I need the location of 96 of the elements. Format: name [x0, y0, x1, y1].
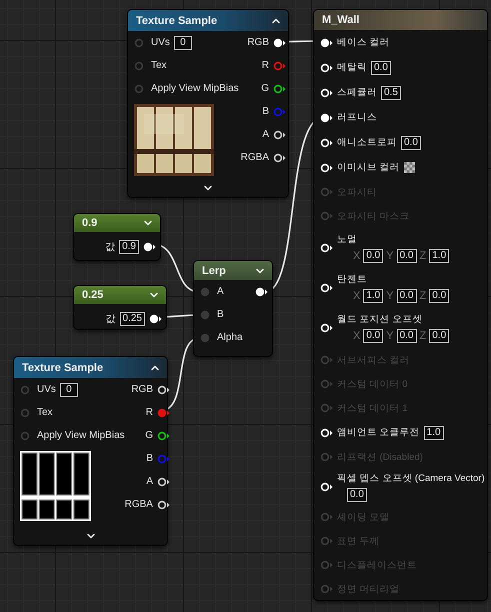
axis-label: X [353, 330, 360, 342]
pin-label: UVs [151, 37, 170, 48]
pin-label: G [145, 430, 153, 441]
pin-label: B [262, 106, 269, 117]
axis-label: Z [420, 330, 426, 342]
pin-label: B [217, 309, 224, 320]
pin-label: RGB [131, 384, 153, 395]
input-label: 탄젠트 [337, 273, 368, 286]
input-label: 픽셀 뎁스 오프셋 (Camera Vector) [337, 472, 485, 485]
pin-icon[interactable] [320, 243, 333, 253]
connected-pin-icon[interactable] [320, 112, 333, 122]
node-title: 0.25 [82, 289, 104, 301]
input-label: 월드 포지션 오프셋 [337, 313, 424, 326]
pin-icon[interactable] [156, 476, 170, 486]
pin-icon[interactable] [320, 283, 333, 293]
pin-icon[interactable] [320, 428, 333, 438]
axis-label: Z [420, 250, 426, 262]
pin-label: R [146, 407, 153, 418]
material-node[interactable] [313, 9, 488, 601]
value-field[interactable]: 0.0 [371, 60, 391, 74]
input-label: 베이스 컬러 [337, 36, 390, 49]
pin-icon[interactable] [320, 138, 333, 148]
value-field[interactable]: 1.0 [429, 249, 450, 263]
pin-label: A [262, 129, 269, 140]
value-field[interactable]: 0.5 [381, 86, 401, 100]
node-title: 0.9 [82, 217, 98, 229]
value-field[interactable]: 0.0 [347, 488, 367, 502]
pin-label: Apply View MipBias [151, 83, 239, 94]
value-field[interactable]: 0.0 [429, 289, 450, 303]
pin-label: G [261, 83, 269, 94]
input-label: 러프니스 [337, 111, 377, 124]
node-title: Texture Sample [136, 14, 218, 26]
pin-label: Tex [151, 60, 167, 71]
axis-label: X [353, 290, 360, 302]
axis-label: Y [386, 250, 394, 262]
value-label: 값 [105, 241, 116, 254]
input-label: 애니소트로피 [337, 136, 397, 149]
value-field[interactable]: 1.0 [424, 426, 444, 440]
input-label: 노멀 [337, 233, 358, 246]
pin-icon[interactable] [320, 88, 333, 98]
input-label: 스페큘러 [337, 86, 377, 99]
pin-label: A [146, 476, 153, 487]
node-title: M_Wall [322, 14, 360, 26]
value-field[interactable]: 0.0 [429, 329, 450, 343]
input-label: 메탈릭 [337, 61, 367, 74]
constant-node[interactable]: 0.25 값 0.25 [73, 285, 167, 330]
texture-sample-node[interactable]: Texture Sample UVs 0 Tex Apply View MipBias RGB R G B A RGBA [13, 356, 168, 546]
axis-label: Y [386, 290, 394, 302]
axis-label: Y [386, 330, 394, 342]
pin-label: B [146, 453, 153, 464]
pin-icon[interactable] [320, 62, 333, 72]
pin-label: UVs [37, 384, 56, 395]
pin-icon[interactable] [273, 84, 286, 94]
pin-label: Apply View MipBias [37, 430, 125, 441]
pin-icon[interactable] [273, 130, 286, 140]
uv-field[interactable]: 0 [174, 36, 192, 50]
value-label: 값 [106, 313, 116, 326]
pin-icon[interactable] [156, 500, 170, 510]
connected-pin-icon[interactable] [143, 242, 156, 252]
pin-label: Tex [37, 407, 53, 418]
pin-icon[interactable] [320, 323, 333, 333]
pin-icon[interactable] [320, 482, 333, 492]
value-field[interactable]: 0.0 [363, 249, 384, 263]
pin-label: Alpha [217, 332, 243, 343]
pin-label: A [217, 286, 224, 297]
pin-label: RGB [247, 37, 269, 48]
value-field[interactable]: 0.0 [396, 249, 416, 263]
pin-label: RGBA [240, 152, 269, 163]
pin-icon[interactable] [156, 384, 170, 394]
pin-label: RGBA [124, 499, 153, 510]
pin-icon[interactable] [273, 152, 286, 162]
value-field[interactable]: 0.0 [396, 329, 416, 343]
axis-label: Z [420, 290, 426, 302]
value-field[interactable]: 0.0 [401, 136, 421, 150]
connected-pin-icon[interactable] [255, 286, 268, 296]
constant-node[interactable]: 0.9 값 0.9 [73, 213, 161, 261]
uv-field[interactable]: 0 [60, 382, 78, 396]
pin-icon[interactable] [156, 430, 170, 440]
lerp-node[interactable]: Lerp A B Alpha [193, 260, 273, 357]
node-title: Lerp [202, 264, 226, 276]
input-label: 이미시브 컬러 [337, 161, 400, 174]
checker-swatch-icon[interactable] [404, 162, 415, 173]
connected-pin-icon[interactable] [149, 314, 162, 324]
value-field[interactable]: 0.0 [396, 289, 416, 303]
input-label: 앰비언트 오클루전 [337, 426, 420, 439]
value-field[interactable]: 1.0 [363, 289, 384, 303]
texture-sample-node[interactable]: Texture Sample UVs 0 Tex Apply View MipBias RGB R G B A RGBA [127, 9, 289, 198]
value-field[interactable]: 0.9 [119, 240, 139, 254]
connected-pin-icon[interactable] [320, 38, 333, 48]
pin-icon[interactable] [320, 162, 333, 172]
connected-pin-icon[interactable] [273, 38, 286, 48]
pin-label: R [262, 60, 269, 71]
value-field[interactable]: 0.0 [363, 329, 384, 343]
value-field[interactable]: 0.25 [120, 312, 145, 326]
node-title: Texture Sample [22, 362, 104, 374]
axis-label: X [353, 250, 360, 262]
